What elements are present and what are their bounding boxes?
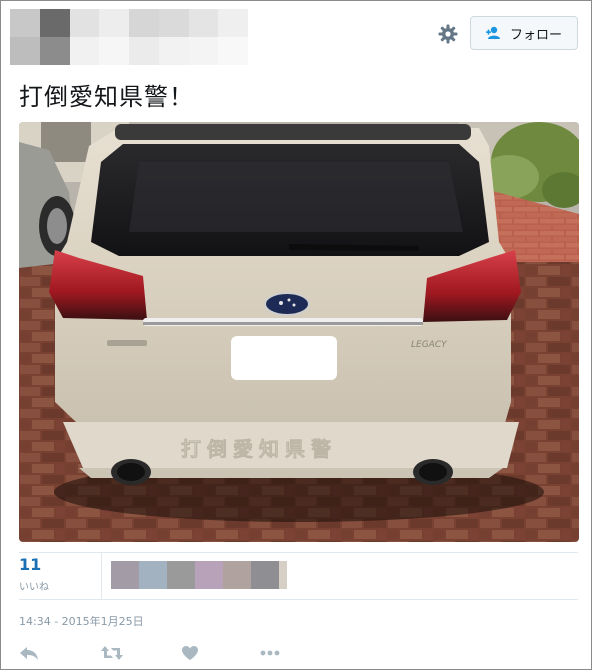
follow-button[interactable]: フォロー bbox=[470, 16, 578, 50]
tweet-card: フォロー 打倒愛知県警！ LEGACY 打倒愛知県警 11 いいね 14:34 … bbox=[0, 0, 592, 670]
gear-icon[interactable] bbox=[437, 23, 459, 45]
tweet-photo[interactable]: LEGACY 打倒愛知県警 bbox=[19, 122, 579, 542]
add-user-icon bbox=[485, 26, 504, 40]
mosaic-cell bbox=[188, 37, 219, 65]
liker-avatars bbox=[111, 561, 287, 589]
liker-avatar[interactable] bbox=[167, 561, 195, 589]
mosaic-cell bbox=[39, 9, 70, 37]
tweet-actions bbox=[19, 645, 299, 665]
stats-separator bbox=[101, 553, 102, 599]
tweet-stats: 11 いいね bbox=[19, 553, 579, 599]
likes-label[interactable]: いいね bbox=[19, 578, 49, 593]
follow-button-label: フォロー bbox=[509, 27, 562, 43]
photo-badge: LEGACY bbox=[411, 340, 448, 350]
liker-avatar[interactable] bbox=[195, 561, 223, 589]
mosaic-cell bbox=[10, 9, 40, 37]
liker-avatar[interactable] bbox=[251, 561, 279, 589]
liker-avatar[interactable] bbox=[111, 561, 139, 589]
mosaic-cell bbox=[218, 37, 248, 65]
mosaic-cell bbox=[99, 37, 129, 65]
more-icon[interactable] bbox=[259, 645, 281, 665]
retweet-icon[interactable] bbox=[101, 645, 123, 665]
mosaic-cell bbox=[129, 37, 159, 65]
divider bbox=[19, 599, 578, 600]
tweet-timestamp[interactable]: 14:34 - 2015年1月25日 bbox=[19, 613, 144, 629]
mosaic-cell bbox=[69, 37, 100, 65]
reply-icon[interactable] bbox=[19, 645, 39, 665]
mosaic-cell bbox=[129, 9, 159, 37]
mosaic-cell bbox=[39, 37, 70, 65]
tweet-text: 打倒愛知県警！ bbox=[19, 83, 194, 111]
mosaic-cell bbox=[188, 9, 219, 37]
liker-avatar[interactable] bbox=[223, 561, 251, 589]
like-icon[interactable] bbox=[181, 645, 199, 665]
user-header-mosaic[interactable] bbox=[10, 9, 248, 65]
liker-avatar[interactable] bbox=[139, 561, 167, 589]
mosaic-cell bbox=[10, 37, 40, 65]
mosaic-cell bbox=[158, 9, 189, 37]
mosaic-cell bbox=[218, 9, 248, 37]
mosaic-cell bbox=[99, 9, 129, 37]
mosaic-cell bbox=[69, 9, 100, 37]
bumper-sticker-text: 打倒愛知県警 bbox=[181, 437, 337, 461]
likes-count[interactable]: 11 bbox=[19, 555, 41, 574]
liker-avatar[interactable] bbox=[279, 561, 287, 589]
mosaic-cell bbox=[158, 37, 189, 65]
